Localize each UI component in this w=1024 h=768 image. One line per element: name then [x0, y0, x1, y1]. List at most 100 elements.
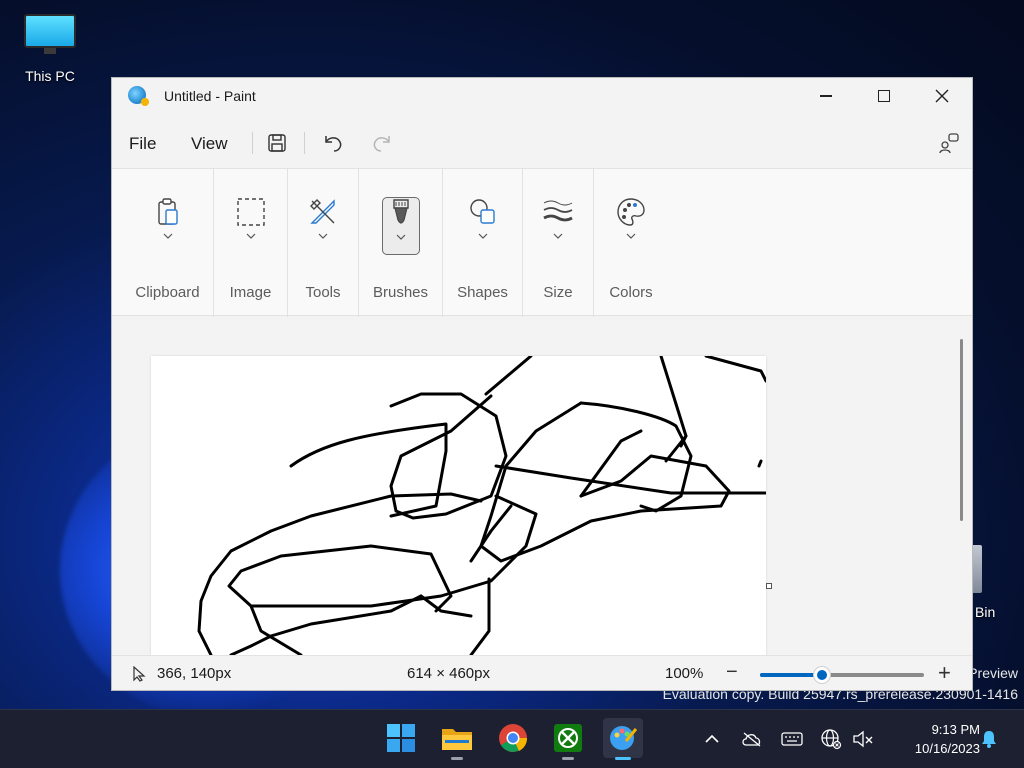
status-bar: 366, 140px 614 × 460px 100% − +: [112, 655, 972, 690]
ribbon-group-clipboard[interactable]: Clipboard: [122, 169, 214, 317]
ribbon-label-brushes: Brushes: [372, 284, 429, 301]
minimize-icon: [820, 95, 832, 97]
save-icon: [268, 134, 286, 152]
taskbar-chrome[interactable]: [493, 718, 533, 758]
chevron-down-icon: [626, 233, 636, 239]
select-icon: [236, 198, 265, 226]
canvas-resize-handle[interactable]: [766, 583, 772, 589]
taskbar-xbox[interactable]: [548, 718, 588, 760]
ribbon-label-tools: Tools: [305, 284, 341, 301]
maximize-button[interactable]: [855, 78, 913, 114]
redo-button[interactable]: [367, 128, 397, 158]
notifications-button[interactable]: [978, 728, 1000, 750]
palette-icon: [617, 198, 645, 226]
undo-icon: [325, 136, 342, 152]
canvas-size: 614 × 460px: [407, 665, 490, 682]
scrollbar-thumb[interactable]: [960, 339, 963, 521]
ribbon-button-colors[interactable]: [612, 197, 650, 255]
desktop-icon-this-pc[interactable]: This PC: [16, 10, 84, 84]
zoom-slider[interactable]: [760, 667, 924, 683]
ribbon-group-size[interactable]: Size: [523, 169, 594, 317]
ribbon-label-size: Size: [543, 284, 573, 301]
ribbon: Clipboard Image Tools Brushes Shapes Siz…: [112, 168, 972, 317]
menu-divider: [304, 132, 305, 154]
paint-icon: [610, 726, 638, 750]
taskbar: 9:13 PM 10/16/2023: [0, 709, 1024, 768]
ribbon-group-brushes[interactable]: Brushes: [359, 169, 443, 317]
chevron-down-icon: [318, 233, 328, 239]
cloud-offline-icon: [742, 732, 761, 747]
ribbon-button-tools[interactable]: [304, 197, 342, 255]
volume-tray[interactable]: [852, 728, 874, 750]
taskbar-paint[interactable]: [603, 718, 643, 760]
show-hidden-icons-button[interactable]: [701, 728, 723, 750]
ribbon-group-tools[interactable]: Tools: [288, 169, 359, 317]
volume-muted-icon: [853, 730, 873, 748]
bell-icon: [982, 731, 996, 748]
shapes-icon: [469, 199, 495, 224]
paint-palette-icon: [128, 86, 149, 106]
chevron-down-icon: [246, 233, 255, 239]
zoom-slider-fill: [760, 673, 822, 677]
ribbon-button-clipboard[interactable]: [149, 197, 187, 255]
onedrive-tray[interactable]: [741, 728, 763, 750]
zoom-out-button[interactable]: −: [726, 661, 738, 684]
recycle-bin-label: Bin: [975, 604, 996, 620]
keyboard-icon: [781, 732, 803, 746]
account-button[interactable]: [934, 128, 964, 158]
ribbon-group-image[interactable]: Image: [214, 169, 288, 317]
ribbon-button-brushes[interactable]: [381, 197, 420, 255]
undo-button[interactable]: [318, 128, 348, 158]
canvas-drawing: [197, 356, 766, 655]
account-icon: [939, 133, 959, 154]
cursor-position: 366, 140px: [157, 665, 232, 682]
redo-icon: [373, 136, 390, 152]
chevron-down-icon: [553, 233, 563, 239]
close-button[interactable]: [913, 78, 971, 114]
globe-icon: [821, 729, 842, 750]
drawing-canvas[interactable]: [151, 356, 766, 655]
system-clock[interactable]: 9:13 PM 10/16/2023: [880, 720, 980, 758]
ribbon-button-image[interactable]: [232, 197, 270, 255]
zoom-in-button[interactable]: +: [938, 660, 951, 686]
minimize-button[interactable]: [797, 78, 855, 114]
ribbon-label-image: Image: [229, 284, 272, 301]
network-tray[interactable]: [820, 728, 842, 750]
chevron-down-icon: [478, 233, 487, 239]
clock-time: 9:13 PM: [931, 722, 980, 737]
canvas-area: [112, 317, 972, 655]
close-icon: [935, 89, 949, 103]
zoom-level[interactable]: 100%: [665, 665, 703, 682]
cursor-icon: [133, 666, 146, 682]
start-button[interactable]: [381, 718, 421, 758]
taskbar-file-explorer[interactable]: [437, 718, 477, 760]
menu-view[interactable]: View: [191, 134, 228, 154]
ribbon-group-shapes[interactable]: Shapes: [443, 169, 523, 317]
ribbon-button-size[interactable]: [539, 197, 577, 255]
save-button[interactable]: [262, 128, 292, 158]
ribbon-group-colors[interactable]: Colors: [594, 169, 668, 317]
menu-file[interactable]: File: [129, 134, 156, 154]
windows-start-icon: [387, 724, 415, 752]
size-icon: [543, 200, 573, 222]
title-bar[interactable]: Untitled - Paint: [112, 78, 972, 118]
watermark-edition: Preview: [968, 665, 1018, 681]
ribbon-label-shapes: Shapes: [457, 284, 508, 301]
desktop-icon-label: This PC: [25, 68, 75, 84]
chevron-up-icon: [705, 734, 719, 743]
window-title: Untitled - Paint: [164, 88, 256, 104]
menu-divider: [252, 132, 253, 154]
folder-icon: [442, 729, 472, 750]
paint-window: Untitled - Paint File View Clipboard Ima…: [111, 77, 973, 691]
zoom-slider-knob[interactable]: [814, 667, 830, 683]
ribbon-label-colors: Colors: [609, 284, 653, 301]
chevron-down-icon: [163, 233, 172, 239]
menu-bar: File View: [112, 118, 972, 168]
ribbon-label-clipboard: Clipboard: [135, 284, 200, 301]
brush-icon: [392, 199, 409, 224]
ribbon-button-shapes[interactable]: [464, 197, 502, 255]
keyboard-tray[interactable]: [781, 728, 803, 750]
clock-date: 10/16/2023: [914, 741, 980, 756]
monitor-icon: [24, 14, 76, 54]
vertical-scrollbar[interactable]: [953, 317, 971, 655]
